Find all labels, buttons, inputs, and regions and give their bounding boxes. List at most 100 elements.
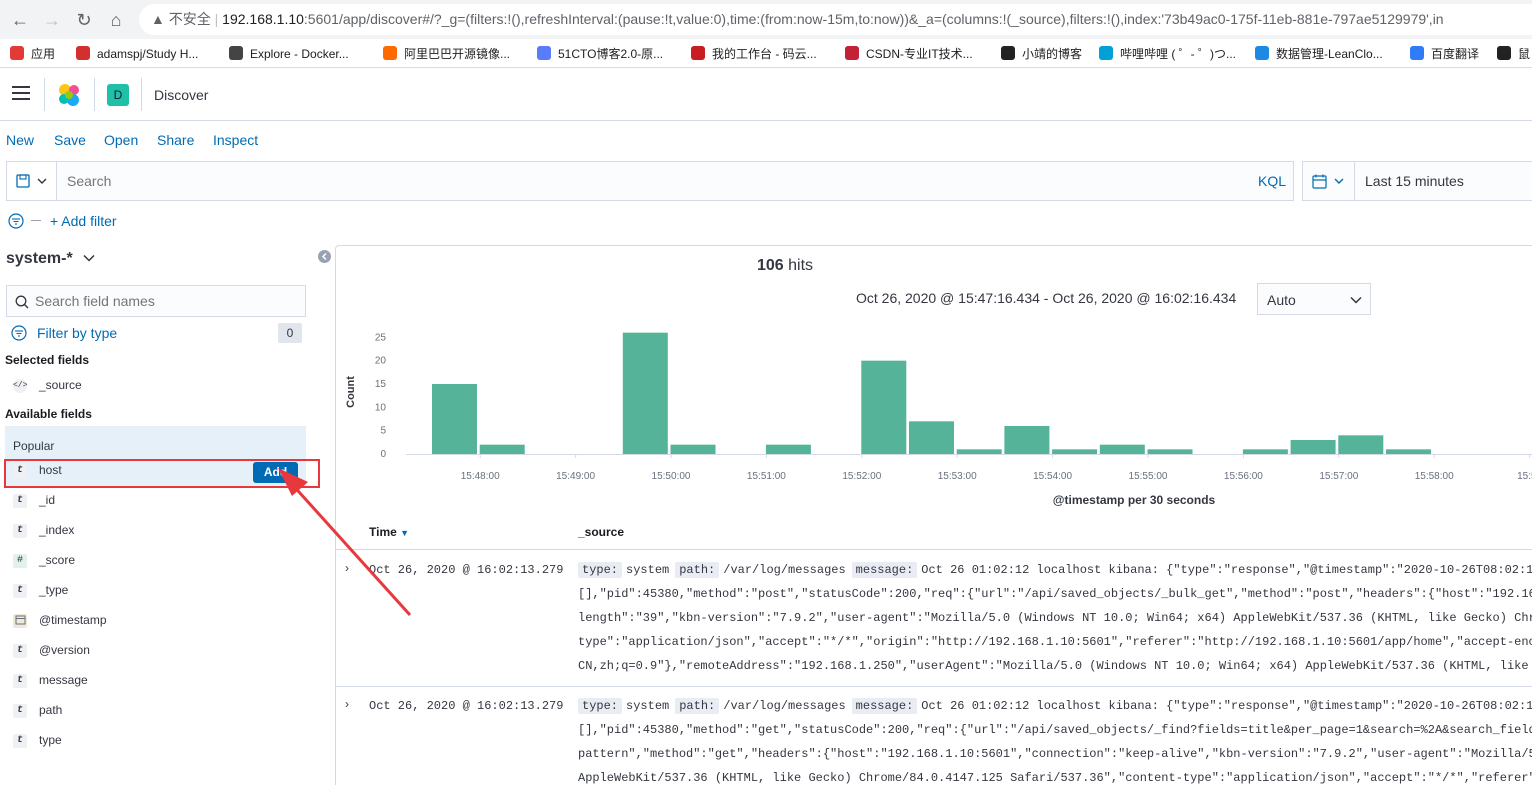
index-pattern-selector[interactable]: system-* — [6, 250, 95, 268]
histogram-bar[interactable] — [1386, 449, 1431, 454]
histogram-bar[interactable] — [670, 444, 716, 454]
field-search-input[interactable] — [35, 287, 295, 315]
bookmark-item[interactable]: 51CTO博客2.0-原... — [537, 43, 663, 65]
add-filter-button[interactable]: + Add filter — [50, 213, 117, 229]
chevron-down-icon — [83, 254, 95, 262]
bookmark-label: 应用 — [31, 47, 56, 61]
search-input[interactable] — [59, 163, 1239, 199]
chevron-down-icon — [37, 178, 47, 184]
field-name: message — [39, 673, 88, 687]
x-tick-label: 15:51:00 — [747, 471, 786, 482]
field-row-type[interactable]: t _type — [5, 576, 306, 606]
x-tick-label: 15:50:00 — [652, 471, 691, 482]
doc-source-line: AppleWebKit/537.36 (KHTML, like Gecko) C… — [578, 771, 1532, 785]
string-type-icon: t — [13, 644, 27, 658]
field-row-version[interactable]: t @version — [5, 636, 306, 666]
collapse-sidebar-icon[interactable] — [318, 250, 331, 263]
string-type-icon: t — [13, 494, 27, 508]
x-tick-label: 15:49:00 — [556, 471, 595, 482]
bookmark-item[interactable]: 数据管理-LeanClo... — [1255, 43, 1383, 65]
forward-icon[interactable]: → — [40, 8, 64, 32]
open-link[interactable]: Open — [104, 132, 138, 148]
histogram-bar[interactable] — [1004, 426, 1050, 454]
doc-source-line: pattern","method":"get","headers":{"host… — [578, 747, 1532, 761]
y-tick-label: 15 — [375, 379, 387, 390]
kql-toggle[interactable]: KQL — [1258, 173, 1286, 189]
histogram-bar[interactable] — [956, 449, 1002, 454]
bookmark-item[interactable]: 我的工作台 - 码云... — [691, 43, 817, 65]
histogram-bar[interactable] — [909, 421, 954, 454]
field-name: @version — [39, 643, 90, 657]
new-link[interactable]: New — [6, 132, 34, 148]
field-name: type — [39, 733, 62, 747]
menu-icon[interactable] — [12, 86, 30, 100]
bookmark-item[interactable]: 哔哩哔哩 ( ゜- ゜)つ... — [1099, 43, 1236, 65]
histogram-bar[interactable] — [1290, 440, 1336, 454]
selected-fields-heading: Selected fields — [5, 353, 90, 367]
field-name: _id — [39, 493, 56, 507]
x-tick-label: 15:59 — [1517, 471, 1532, 482]
field-row-path[interactable]: t path — [5, 696, 306, 726]
address-bar[interactable]: ▲ 不安全 | 192.168.1.10:5601/app/discover#/… — [139, 4, 1532, 35]
interval-value: Auto — [1267, 292, 1296, 308]
filter-by-type-button[interactable]: Filter by type 0 — [6, 322, 306, 346]
histogram-bar[interactable] — [1147, 449, 1193, 454]
interval-select[interactable]: Auto — [1257, 283, 1371, 315]
back-icon[interactable]: ← — [8, 8, 32, 32]
number-type-icon: # — [13, 554, 27, 568]
breadcrumb-discover: Discover — [154, 87, 209, 103]
browser-toolbar: ← → ↻ ⌂ ▲ 不安全 | 192.168.1.10:5601/app/di… — [0, 0, 1532, 39]
histogram-bar[interactable] — [1099, 444, 1145, 454]
histogram-bar[interactable] — [1338, 435, 1384, 454]
source-value-type: system — [626, 563, 670, 577]
bookmark-item[interactable]: CSDN-专业IT技术... — [845, 43, 973, 65]
bookmark-label: 数据管理-LeanClo... — [1276, 47, 1383, 61]
histogram-bar[interactable] — [479, 444, 525, 454]
selected-field-source[interactable]: </> _source — [5, 371, 306, 401]
inspect-link[interactable]: Inspect — [213, 132, 258, 148]
x-tick-label: 15:54:00 — [1033, 471, 1072, 482]
bookmark-item[interactable]: 应用 — [10, 43, 55, 65]
time-range-label[interactable]: Last 15 minutes — [1365, 173, 1464, 189]
save-link[interactable]: Save — [54, 132, 86, 148]
share-link[interactable]: Share — [157, 132, 194, 148]
elastic-logo-icon[interactable] — [57, 83, 81, 107]
reload-icon[interactable]: ↻ — [72, 8, 96, 32]
histogram-bar[interactable] — [861, 360, 907, 454]
field-search[interactable] — [6, 285, 306, 317]
bookmark-item[interactable]: 阿里巴巴开源镜像... — [383, 43, 510, 65]
available-fields-heading: Available fields — [5, 407, 92, 421]
expand-chevron-icon[interactable]: › — [345, 697, 349, 711]
field-row-score[interactable]: # _score — [5, 546, 306, 576]
space-avatar[interactable]: D — [107, 84, 129, 106]
x-tick-label: 15:52:00 — [842, 471, 881, 482]
bookmark-icon — [1099, 46, 1113, 60]
field-row-timestamp[interactable]: @timestamp — [5, 606, 306, 636]
field-row-message[interactable]: t message — [5, 666, 306, 696]
x-tick-label: 15:58:00 — [1415, 471, 1454, 482]
field-row-id[interactable]: t _id — [5, 486, 306, 516]
bookmark-item[interactable]: 小靖的博客 — [1001, 43, 1082, 65]
x-tick-label: 15:48:00 — [461, 471, 500, 482]
kibana-header: D Discover — [0, 68, 1532, 121]
field-row-type[interactable]: t type — [5, 726, 306, 756]
bookmark-item[interactable]: Explore - Docker... — [229, 43, 349, 65]
histogram-bar[interactable] — [432, 384, 477, 454]
histogram-bar[interactable] — [1242, 449, 1288, 454]
home-icon[interactable]: ⌂ — [104, 8, 128, 32]
histogram-bar[interactable] — [765, 444, 811, 454]
discover-main-panel: 106 hits Oct 26, 2020 @ 15:47:16.434 - O… — [335, 245, 1532, 785]
bookmark-item[interactable]: 鼠 — [1497, 43, 1530, 65]
field-row-index[interactable]: t _index — [5, 516, 306, 546]
filter-options-icon[interactable] — [8, 213, 24, 229]
x-tick-label: 15:57:00 — [1319, 471, 1358, 482]
quick-select-button[interactable] — [1303, 162, 1355, 200]
histogram-bar[interactable] — [622, 332, 668, 454]
bookmark-icon — [383, 46, 397, 60]
hits-label: hits — [788, 257, 814, 274]
histogram-bar[interactable] — [1052, 449, 1098, 454]
bookmark-item[interactable]: adamspj/Study H... — [76, 43, 198, 65]
bookmark-item[interactable]: 百度翻译 — [1410, 43, 1479, 65]
hits-counter: 106 hits — [336, 257, 1532, 275]
saved-query-button[interactable] — [7, 162, 57, 200]
